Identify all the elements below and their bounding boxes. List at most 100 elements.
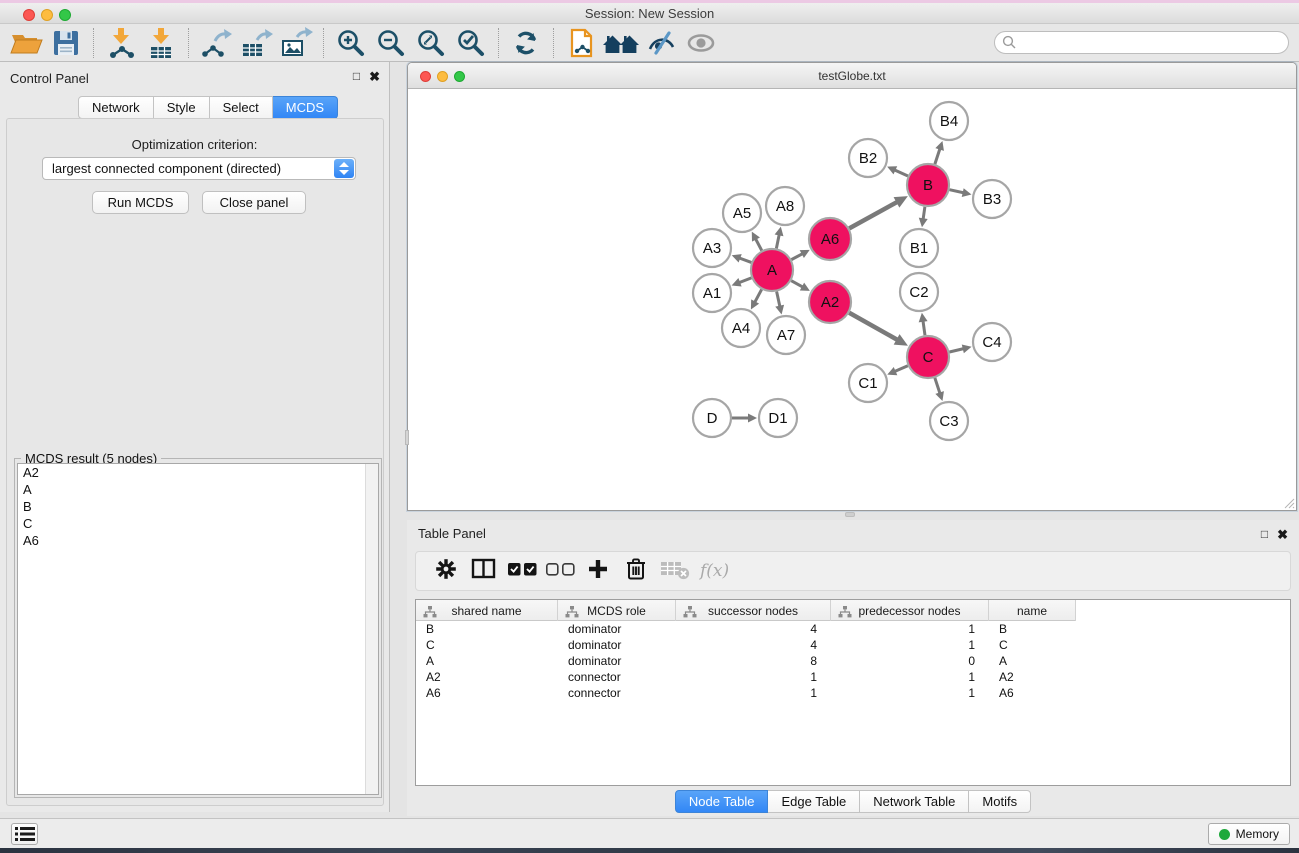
column-header-successor-nodes[interactable]: successor nodes [676, 600, 831, 621]
edge-B-B2[interactable] [894, 169, 908, 175]
node-table[interactable]: shared nameMCDS rolesuccessor nodesprede… [415, 599, 1291, 786]
table-cell[interactable]: 1 [831, 621, 989, 637]
edge-A-A3[interactable] [738, 258, 751, 263]
table-row[interactable]: Bdominator41B [416, 621, 1290, 637]
dropdown-stepper-icon[interactable] [334, 159, 354, 178]
delete-column-button[interactable] [618, 556, 654, 586]
table-cell[interactable]: A [989, 653, 1076, 669]
result-list-item[interactable]: B [18, 498, 378, 515]
delete-table-button[interactable] [656, 556, 692, 586]
tab-select[interactable]: Select [210, 96, 273, 119]
network-canvas[interactable]: B4B2BB3A8A5A6A3B1AC2A1A2A4A7C4CC1C3DD1 [408, 89, 1296, 510]
column-visibility-button[interactable] [466, 556, 502, 586]
table-cell[interactable]: A2 [416, 669, 558, 685]
edge-B-B4[interactable] [935, 148, 940, 164]
edge-A-A8[interactable] [776, 233, 779, 248]
hide-graphics-details-button[interactable] [641, 26, 681, 60]
table-cell[interactable]: dominator [558, 653, 676, 669]
import-network-button[interactable] [101, 26, 141, 60]
table-cell[interactable]: B [416, 621, 558, 637]
add-column-button[interactable] [580, 556, 616, 586]
table-cell[interactable]: A6 [416, 685, 558, 701]
zoom-fit-button[interactable] [411, 26, 451, 60]
edge-B-B3[interactable] [949, 190, 964, 193]
table-cell[interactable]: 0 [831, 653, 989, 669]
close-panel-button[interactable]: Close panel [202, 191, 306, 214]
settings-button[interactable] [428, 556, 464, 586]
table-row[interactable]: A2connector11A2 [416, 669, 1290, 685]
table-cell[interactable]: 1 [831, 685, 989, 701]
table-cell[interactable]: 4 [676, 621, 831, 637]
left-edge-grip[interactable] [405, 430, 409, 445]
tab-motifs[interactable]: Motifs [969, 790, 1031, 813]
search-input[interactable] [994, 31, 1289, 54]
tab-network[interactable]: Network [78, 96, 154, 119]
tab-node-table[interactable]: Node Table [675, 790, 769, 813]
edge-A-A5[interactable] [755, 238, 762, 251]
result-list-scrollbar[interactable] [365, 464, 378, 794]
home-view-button[interactable] [601, 26, 641, 60]
refresh-button[interactable] [506, 26, 546, 60]
edge-C-C3[interactable] [935, 378, 940, 394]
close-panel-icon[interactable]: ✖ [369, 69, 380, 85]
table-cell[interactable]: A2 [989, 669, 1076, 685]
zoom-selected-button[interactable] [451, 26, 491, 60]
column-header-predecessor-nodes[interactable]: predecessor nodes [831, 600, 989, 621]
result-list-item[interactable]: C [18, 515, 378, 532]
edge-A-A1[interactable] [738, 278, 751, 283]
table-cell[interactable]: dominator [558, 637, 676, 653]
run-mcds-button[interactable]: Run MCDS [92, 191, 189, 214]
table-cell[interactable]: 1 [676, 685, 831, 701]
zoom-in-button[interactable] [331, 26, 371, 60]
open-file-button[interactable] [6, 26, 46, 60]
table-cell[interactable]: C [989, 637, 1076, 653]
table-cell[interactable]: 4 [676, 637, 831, 653]
float-panel-icon[interactable]: □ [353, 69, 360, 85]
network-view-window[interactable]: testGlobe.txt B4B2BB3A8A5A6A3B1AC2A1A2A4… [407, 62, 1297, 511]
table-cell[interactable]: dominator [558, 621, 676, 637]
table-cell[interactable]: connector [558, 669, 676, 685]
result-list-item[interactable]: A2 [18, 464, 378, 481]
criterion-dropdown[interactable]: largest connected component (directed) [42, 157, 356, 180]
resize-grip-icon[interactable] [1282, 496, 1295, 509]
result-list-item[interactable]: A [18, 481, 378, 498]
tab-mcds[interactable]: MCDS [273, 96, 338, 119]
import-table-button[interactable] [141, 26, 181, 60]
table-cell[interactable]: 1 [831, 669, 989, 685]
edge-A6-B[interactable] [849, 201, 898, 228]
edge-C-C4[interactable] [949, 348, 964, 352]
zoom-out-button[interactable] [371, 26, 411, 60]
table-row[interactable]: Adominator80A [416, 653, 1290, 669]
edge-B-B1[interactable] [923, 207, 925, 221]
memory-button[interactable]: Memory [1208, 823, 1290, 845]
export-network-button[interactable] [196, 26, 236, 60]
deselect-all-button[interactable] [542, 556, 578, 586]
table-cell[interactable]: 1 [831, 637, 989, 653]
table-row[interactable]: Cdominator41C [416, 637, 1290, 653]
table-row[interactable]: A6connector11A6 [416, 685, 1290, 701]
edge-C-C1[interactable] [894, 366, 908, 372]
table-cell[interactable]: connector [558, 685, 676, 701]
show-graphics-details-button[interactable] [681, 26, 721, 60]
table-cell[interactable]: C [416, 637, 558, 653]
edge-A2-C[interactable] [849, 313, 898, 341]
tab-edge-table[interactable]: Edge Table [768, 790, 860, 813]
new-network-from-doc-button[interactable] [561, 26, 601, 60]
mcds-result-list[interactable]: A2ABCA6 [17, 463, 379, 795]
float-table-panel-icon[interactable]: □ [1261, 527, 1268, 543]
edge-A-A6[interactable] [791, 253, 803, 259]
table-cell[interactable]: 8 [676, 653, 831, 669]
tab-style[interactable]: Style [154, 96, 210, 119]
task-history-button[interactable] [11, 823, 38, 845]
horizontal-splitter-handle[interactable] [845, 512, 855, 517]
edge-C-C2[interactable] [923, 320, 925, 335]
result-list-item[interactable]: A6 [18, 532, 378, 549]
select-all-button[interactable] [504, 556, 540, 586]
close-table-panel-icon[interactable]: ✖ [1277, 527, 1288, 543]
tab-network-table[interactable]: Network Table [860, 790, 969, 813]
column-header-shared-name[interactable]: shared name [416, 600, 558, 621]
export-image-button[interactable] [276, 26, 316, 60]
network-window-titlebar[interactable]: testGlobe.txt [408, 63, 1296, 89]
table-cell[interactable]: A [416, 653, 558, 669]
column-header-MCDS-role[interactable]: MCDS role [558, 600, 676, 621]
